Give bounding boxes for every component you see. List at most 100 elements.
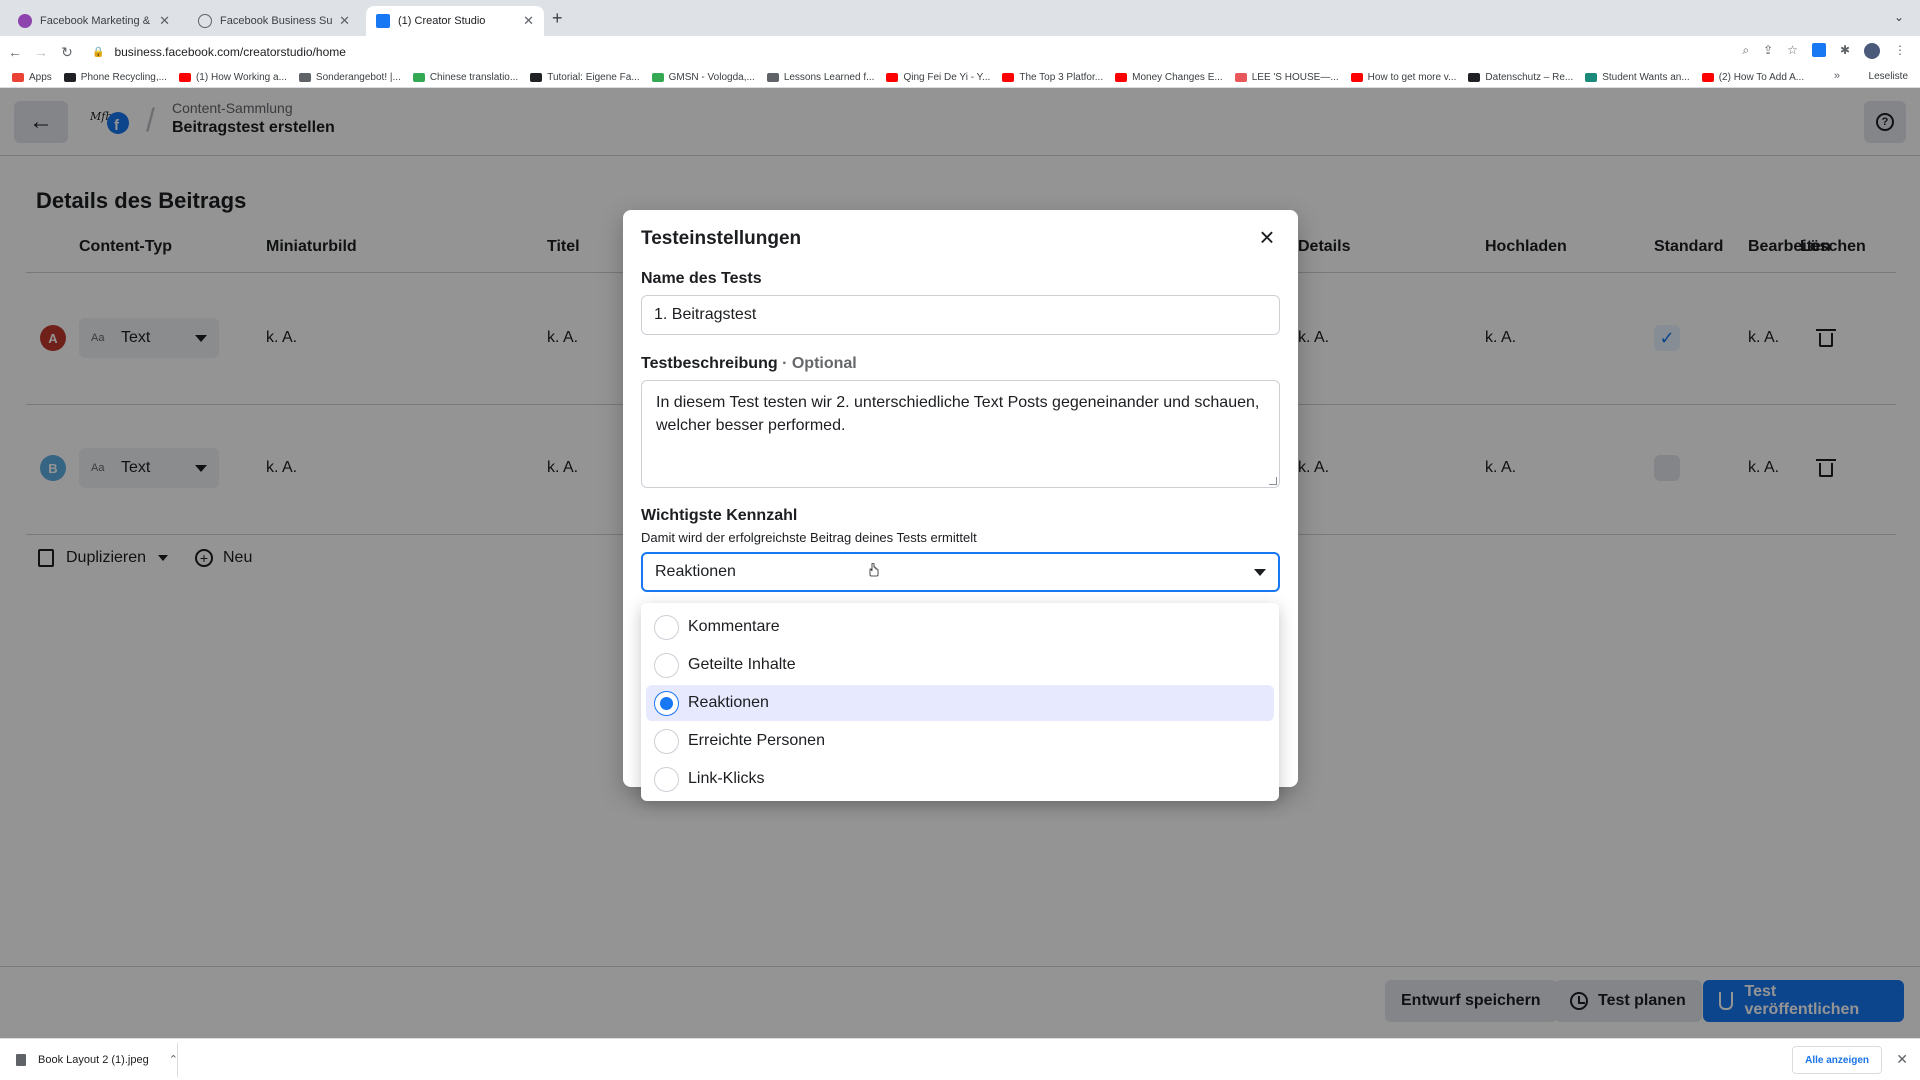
tab-favicon-icon bbox=[376, 14, 390, 28]
option-label: Kommentare bbox=[688, 618, 780, 635]
radio-button bbox=[654, 653, 679, 678]
facebook-extension-icon[interactable] bbox=[1811, 43, 1826, 57]
browser-tab[interactable]: Facebook Marketing & Werbeanz ✕ bbox=[8, 6, 180, 36]
file-icon bbox=[16, 1053, 26, 1066]
back-arrow-icon[interactable]: ← bbox=[4, 44, 26, 60]
star-icon[interactable]: ☆ bbox=[1787, 43, 1798, 59]
bookmark-label: Lessons Learned f... bbox=[783, 72, 875, 83]
bookmarks-bar: Apps Phone Recycling,... (1) How Working a… bbox=[0, 68, 1920, 88]
bookmark-label: Tutorial: Eigene Fa... bbox=[547, 72, 640, 83]
description-textarea[interactable]: In diesem Test testen wir 2. unterschied… bbox=[641, 380, 1280, 488]
metric-option[interactable]: Geteilte Inhalte bbox=[646, 647, 1274, 683]
bookmark-item[interactable]: LEE 'S HOUSE—... bbox=[1234, 72, 1339, 83]
bookmark-favicon-icon bbox=[1115, 73, 1128, 82]
bookmark-item[interactable]: Datenschutz – Re... bbox=[1468, 72, 1573, 83]
bookmark-item[interactable]: Phone Recycling,... bbox=[63, 72, 167, 83]
bookmark-item[interactable]: Qing Fei De Yi - Y... bbox=[886, 72, 990, 83]
apps-grid-icon bbox=[12, 73, 24, 82]
tab-close-icon[interactable]: ✕ bbox=[523, 13, 534, 29]
metric-option[interactable]: Link-Klicks bbox=[646, 761, 1274, 797]
bookmark-favicon-icon bbox=[1350, 73, 1363, 82]
bookmark-label: GMSN - Vologda,... bbox=[668, 72, 755, 83]
bookmark-label: Apps bbox=[29, 72, 52, 83]
bookmark-item[interactable]: Lessons Learned f... bbox=[766, 72, 875, 83]
radio-button-selected bbox=[654, 691, 679, 716]
bookmark-item[interactable]: Chinese translatio... bbox=[412, 72, 518, 83]
bookmark-item[interactable]: Money Changes E... bbox=[1115, 72, 1223, 83]
bookmark-favicon-icon bbox=[1234, 73, 1247, 82]
chevron-down-icon bbox=[1254, 568, 1266, 576]
bookmark-favicon-icon bbox=[63, 73, 76, 82]
option-label: Geteilte Inhalte bbox=[688, 656, 796, 673]
bookmark-item[interactable]: Tutorial: Eigene Fa... bbox=[530, 72, 640, 83]
metric-select[interactable]: Reaktionen bbox=[641, 552, 1280, 592]
metric-option-selected[interactable]: Reaktionen bbox=[646, 685, 1274, 721]
zoom-icon[interactable]: ⌕ bbox=[1742, 43, 1749, 59]
new-tab-icon[interactable]: + bbox=[552, 8, 563, 29]
mouse-pointer-icon bbox=[869, 563, 879, 577]
close-icon[interactable]: × bbox=[1254, 224, 1280, 250]
extensions-puzzle-icon[interactable]: ✱ bbox=[1840, 43, 1850, 59]
test-name-input[interactable]: 1. Beitragstest bbox=[641, 295, 1280, 335]
bookmark-favicon-icon bbox=[178, 73, 191, 82]
tab-favicon-icon bbox=[18, 14, 32, 28]
tab-close-icon[interactable]: ✕ bbox=[339, 13, 350, 29]
download-item[interactable]: Book Layout 2 (1).jpeg ⌃ bbox=[16, 1053, 178, 1066]
bookmark-item[interactable]: Student Wants an... bbox=[1585, 72, 1690, 83]
download-bar: Book Layout 2 (1).jpeg ⌃ Alle anzeigen ✕ bbox=[0, 1038, 1920, 1080]
bookmark-favicon-icon bbox=[298, 73, 311, 82]
bookmark-favicon-icon bbox=[766, 73, 779, 82]
description-label-text: Testbeschreibung bbox=[641, 355, 778, 372]
bookmark-item[interactable]: GMSN - Vologda,... bbox=[651, 72, 755, 83]
metric-option[interactable]: Kommentare bbox=[646, 609, 1274, 645]
bookmark-label: Qing Fei De Yi - Y... bbox=[903, 72, 991, 83]
bookmark-label: Sonderangebot! |... bbox=[315, 72, 401, 83]
bookmark-item[interactable]: Sonderangebot! |... bbox=[298, 72, 401, 83]
bookmark-item[interactable]: The Top 3 Platfor... bbox=[1002, 72, 1103, 83]
toolbar-icons: ⌕ ⇪ ☆ ✱ ⋮ bbox=[1742, 43, 1906, 59]
tab-search-chevron-icon[interactable]: ⌄ bbox=[1894, 10, 1904, 24]
browser-tab[interactable]: Facebook Business Suite ✕ bbox=[188, 6, 360, 36]
resize-handle[interactable] bbox=[1269, 477, 1277, 485]
menu-kebab-icon[interactable]: ⋮ bbox=[1894, 43, 1906, 59]
bookmark-favicon-icon bbox=[1468, 73, 1481, 82]
browser-tab-active[interactable]: (1) Creator Studio ✕ bbox=[366, 6, 544, 36]
optional-tag: · Optional bbox=[782, 355, 857, 372]
description-label: Testbeschreibung · Optional bbox=[641, 355, 857, 373]
bookmark-label: Phone Recycling,... bbox=[80, 72, 167, 83]
bookmark-favicon-icon bbox=[886, 73, 899, 82]
tab-close-icon[interactable]: ✕ bbox=[159, 13, 170, 29]
url-text: business.facebook.com/creatorstudio/home bbox=[114, 45, 346, 59]
address-bar[interactable]: 🔒 business.facebook.com/creatorstudio/ho… bbox=[92, 40, 1782, 64]
bookmark-label: LEE 'S HOUSE—... bbox=[1251, 72, 1339, 83]
metric-label: Wichtigste Kennzahl bbox=[641, 507, 798, 524]
metric-option[interactable]: Erreichte Personen bbox=[646, 723, 1274, 759]
divider bbox=[177, 1043, 178, 1077]
bookmark-label: The Top 3 Platfor... bbox=[1019, 72, 1104, 83]
forward-arrow-icon[interactable]: → bbox=[30, 44, 52, 60]
option-label: Link-Klicks bbox=[688, 770, 765, 787]
show-all-downloads-button[interactable]: Alle anzeigen bbox=[1792, 1046, 1882, 1074]
reload-icon[interactable]: ↻ bbox=[56, 44, 78, 61]
bookmark-label: (2) How To Add A... bbox=[1718, 72, 1805, 83]
metric-options-dropdown: Kommentare Geteilte Inhalte Reaktionen E… bbox=[641, 603, 1279, 801]
test-name-label: Name des Tests bbox=[641, 270, 762, 287]
dialog-title: Testeinstellungen bbox=[641, 228, 802, 249]
bookmark-item[interactable]: (2) How To Add A... bbox=[1701, 72, 1805, 83]
bookmark-label: How to get more v... bbox=[1367, 72, 1457, 83]
bookmark-favicon-icon bbox=[1002, 73, 1015, 82]
reading-list[interactable]: Leseliste bbox=[1869, 71, 1908, 82]
profile-avatar[interactable] bbox=[1864, 43, 1880, 59]
radio-button bbox=[654, 615, 679, 640]
bookmarks-overflow-icon[interactable]: » bbox=[1834, 70, 1840, 82]
bookmark-label: Datenschutz – Re... bbox=[1485, 72, 1574, 83]
close-icon[interactable]: ✕ bbox=[1896, 1051, 1908, 1068]
bookmark-item[interactable]: (1) How Working a... bbox=[178, 72, 287, 83]
bookmark-favicon-icon bbox=[412, 73, 425, 82]
bookmark-label: (1) How Working a... bbox=[195, 72, 287, 83]
option-label: Erreichte Personen bbox=[688, 732, 825, 749]
bookmark-item[interactable]: Apps bbox=[12, 72, 52, 83]
bookmark-item[interactable]: How to get more v... bbox=[1350, 72, 1457, 83]
radio-button bbox=[654, 729, 679, 754]
share-icon[interactable]: ⇪ bbox=[1763, 43, 1773, 59]
